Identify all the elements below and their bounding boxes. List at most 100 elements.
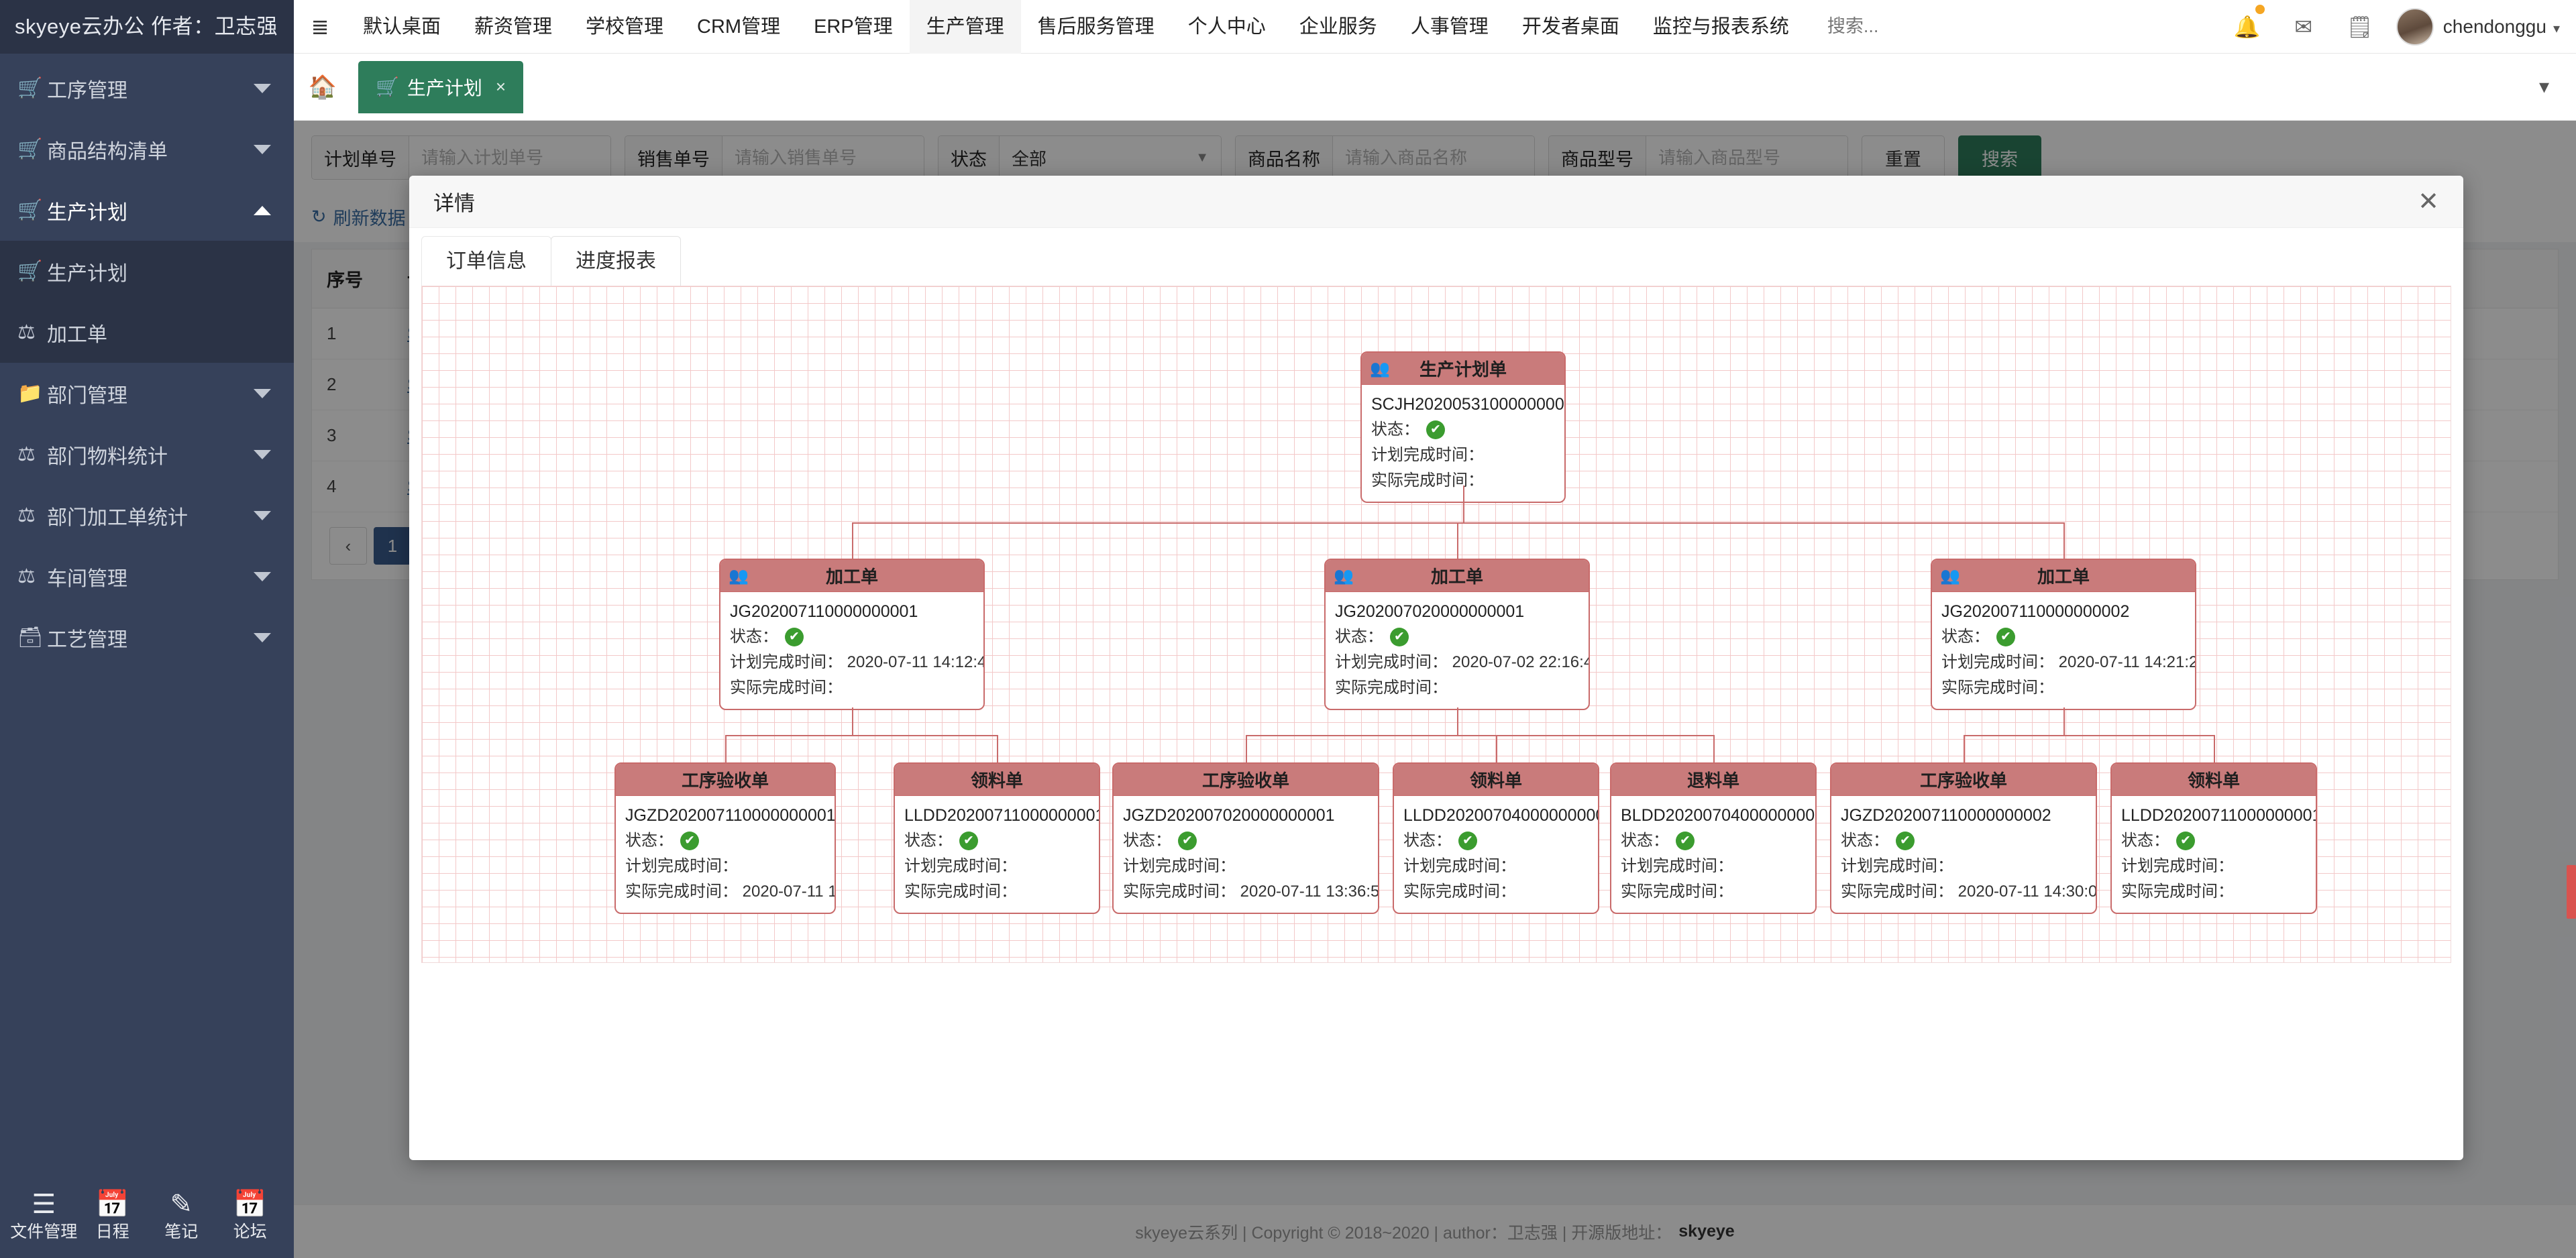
check-circle-icon: ✔: [1390, 628, 1409, 646]
tab-strip: 🏠 🛒 生产计划 × ▾: [294, 54, 2576, 121]
chart-node-jg2[interactable]: 👥 加工单 JG202007020000000001 状态： ✔ 计划完成时间： 2020…: [1324, 559, 1590, 710]
chart-node-code: JGZD202007020000000001: [1123, 806, 1335, 825]
check-circle-icon: ✔: [1676, 832, 1695, 850]
chart-node-n6[interactable]: 工序验收单 JGZD202007110000000002 状态： ✔ 计划完成时间： 实际…: [1830, 762, 2097, 914]
check-circle-icon: ✔: [959, 832, 978, 850]
sidebar-item-chejianguanli[interactable]: ⚖ 车间管理: [0, 546, 294, 607]
page-tab-shengchanjihua[interactable]: 🛒 生产计划 ×: [358, 60, 524, 113]
chart-node-type: 加工单: [1430, 567, 1483, 587]
top-bar-right: 🔔 ✉ 🗒 chendonggu ▾: [2219, 4, 2576, 46]
sidebar-item-shengchanjihua[interactable]: 🛒 生产计划: [0, 180, 294, 241]
chart-node-code: LLDD202007110000000010: [904, 806, 1100, 825]
chart-node-n3[interactable]: 工序验收单 JGZD202007020000000001 状态： ✔ 计划完成时间： 实际…: [1112, 762, 1379, 914]
chart-connector-stem: [1463, 485, 1464, 522]
chart-node-jg3[interactable]: 👥 加工单 JG202007110000000002 状态： ✔ 计划完成时间： 2020…: [1931, 559, 2196, 710]
chart-node-n5[interactable]: 退料单 BLDD202007040000000002 状态： ✔ 计划完成时间： 实际完成…: [1610, 762, 1817, 914]
chart-node-type: 生产计划单: [1419, 359, 1507, 380]
chart-connector-drop: [1246, 735, 1247, 762]
window-icon[interactable]: 🗒: [2332, 14, 2388, 40]
avatar[interactable]: [2396, 7, 2434, 46]
topnav-item-jiankong-baobiao-xitong[interactable]: 监控与报表系统: [1636, 0, 1806, 54]
tab-order-info[interactable]: 订单信息: [421, 236, 551, 286]
chart-node-code: LLDD202007040000000006: [1403, 806, 1599, 825]
chart-node-planned-finish: 计划完成时间：: [904, 857, 1017, 875]
chart-node-header: 领料单: [2112, 764, 2316, 796]
topnav-item-crm-guanli[interactable]: CRM管理: [680, 0, 797, 54]
sidebar-subnav-shengchanjihua: 🛒 生产计划 ⚖ 加工单: [0, 241, 294, 363]
sidebar-item-jiagongdan[interactable]: ⚖ 加工单: [0, 302, 294, 363]
chart-node-status-row: 状态： ✔: [904, 828, 1089, 854]
check-circle-icon: ✔: [2176, 832, 2195, 850]
global-search-input[interactable]: [1827, 16, 2002, 37]
chart-node-type: 工序验收单: [681, 770, 769, 791]
tab-progress-report[interactable]: 进度报表: [551, 236, 681, 286]
topnav-item-moren-zhuomian[interactable]: 默认桌面: [346, 0, 458, 54]
chart-node-type: 退料单: [1686, 770, 1739, 791]
modal-title: 详情: [433, 192, 475, 215]
app-logo[interactable]: skyeye云办公 作者：卫志强: [0, 0, 294, 54]
sidebar-item-bumenjiagongdantongji[interactable]: ⚖ 部门加工单统计: [0, 485, 294, 546]
topnav-item-xinzi-guanli[interactable]: 薪资管理: [458, 0, 569, 54]
chart-node-n2[interactable]: 领料单 LLDD202007110000000010 状态： ✔ 计划完成时间： 实际完成…: [894, 762, 1100, 914]
chart-node-n7[interactable]: 领料单 LLDD202007110000000011 状态： ✔ 计划完成时间： 实际完成…: [2110, 762, 2317, 914]
sidebar-tool-label: 笔记: [164, 1222, 199, 1241]
check-circle-icon: ✔: [1996, 628, 2015, 646]
chart-connector-bus: [725, 735, 997, 736]
username-menu[interactable]: chendonggu ▾: [2443, 16, 2560, 38]
close-icon[interactable]: ✕: [2418, 189, 2439, 215]
chart-node-type: 领料单: [2187, 770, 2240, 791]
topnav-item-kaifazhe-zhuomian[interactable]: 开发者桌面: [1505, 0, 1636, 54]
sidebar-item-gongxuguanli[interactable]: 🛒 工序管理: [0, 58, 294, 119]
chart-node-n4[interactable]: 领料单 LLDD202007040000000006 状态： ✔ 计划完成时间： 实际完成…: [1393, 762, 1599, 914]
app-root: skyeye云办公 作者：卫志强 🛒 工序管理 🛒 商品结构清单 🛒 生产计划 …: [0, 0, 2576, 1258]
status-label: 状态：: [904, 832, 953, 850]
sidebar-item-shangpinjiegouqingdan[interactable]: 🛒 商品结构清单: [0, 119, 294, 180]
chart-node-root[interactable]: 👥 生产计划单 SCJH202005310000000001 状态： ✔ 计划完成时间：实…: [1360, 351, 1566, 503]
page-scrollbar-thumb[interactable]: [2567, 865, 2576, 919]
menu-toggle-icon[interactable]: ≣: [294, 0, 346, 54]
chart-node-status-row: 状态： ✔: [625, 828, 825, 854]
chart-node-header: 👥 生产计划单: [1362, 353, 1564, 385]
status-label: 状态：: [625, 832, 674, 850]
sidebar-tool-notes[interactable]: ✎ 笔记: [148, 1188, 215, 1243]
cart-icon: 🛒: [17, 199, 43, 221]
sidebar-tool-schedule[interactable]: 📅 日程: [79, 1188, 146, 1243]
chart-node-status-row: 状态： ✔: [1335, 624, 1579, 650]
chart-node-planned-finish: 计划完成时间：: [1621, 857, 1733, 875]
sidebar-item-shengchanjihua-child[interactable]: 🛒 生产计划: [0, 241, 294, 302]
topnav-item-shengchan-guanli[interactable]: 生产管理: [909, 0, 1021, 54]
topnav-item-erp-guanli[interactable]: ERP管理: [797, 0, 910, 54]
page-tab-label: 生产计划: [407, 77, 482, 99]
topnav-item-qiye-fuwu[interactable]: 企业服务: [1283, 0, 1394, 54]
chart-connector-bus: [1246, 735, 1713, 736]
group-icon: 👥: [1940, 567, 1960, 585]
chart-node-n1[interactable]: 工序验收单 JGZD202007110000000001 状态： ✔ 计划完成时间： 实际…: [614, 762, 836, 914]
chart-node-code: LLDD202007110000000011: [2121, 806, 2317, 825]
topnav-item-renshi-guanli[interactable]: 人事管理: [1394, 0, 1505, 54]
sidebar-tool-file-manager[interactable]: ☰ 文件管理: [10, 1188, 77, 1243]
sidebar-tool-forum[interactable]: 📅 论坛: [217, 1188, 284, 1243]
notification-bell-icon[interactable]: 🔔: [2219, 4, 2275, 40]
chart-node-planned-finish: 计划完成时间：: [2121, 857, 2234, 875]
chart-node-jg1[interactable]: 👥 加工单 JG202007110000000001 状态： ✔ 计划完成时间： 2020…: [719, 559, 985, 710]
modal-header: 详情 ✕: [409, 176, 2463, 228]
sidebar-item-bumenguanli[interactable]: 📁 部门管理: [0, 363, 294, 424]
topnav-item-shouhou-fuwu-guanli[interactable]: 售后服务管理: [1021, 0, 1171, 54]
topnav-item-xuexiao-guanli[interactable]: 学校管理: [569, 0, 680, 54]
chevron-down-icon[interactable]: ▾: [2539, 75, 2549, 99]
topnav-item-geren-zhongxin[interactable]: 个人中心: [1171, 0, 1283, 54]
sidebar-item-gongyiguanli[interactable]: 🗃 工艺管理: [0, 607, 294, 668]
close-icon[interactable]: ×: [496, 76, 506, 97]
chevron-down-icon: ▾: [2553, 21, 2560, 36]
chart-node-actual-finish: 实际完成时间：: [1941, 679, 2054, 697]
chart-node-header: 领料单: [1394, 764, 1598, 796]
chart-node-body: JG202007110000000002 状态： ✔ 计划完成时间： 2020-07-…: [1932, 592, 2195, 709]
chevron-down-icon: [254, 510, 271, 520]
chart-node-body: LLDD202007110000000010 状态： ✔ 计划完成时间： 实际完成时间：: [895, 796, 1099, 913]
chart-node-type: 加工单: [2037, 567, 2090, 587]
mail-icon[interactable]: ✉: [2275, 14, 2332, 40]
modal-body: 👥 生产计划单 SCJH202005310000000001 状态： ✔ 计划完成时间： 实…: [409, 286, 2463, 1160]
home-icon[interactable]: 🏠: [294, 74, 352, 101]
chart-node-type: 工序验收单: [1919, 770, 2007, 791]
sidebar-item-bumenwuliaotongji[interactable]: ⚖ 部门物料统计: [0, 424, 294, 485]
